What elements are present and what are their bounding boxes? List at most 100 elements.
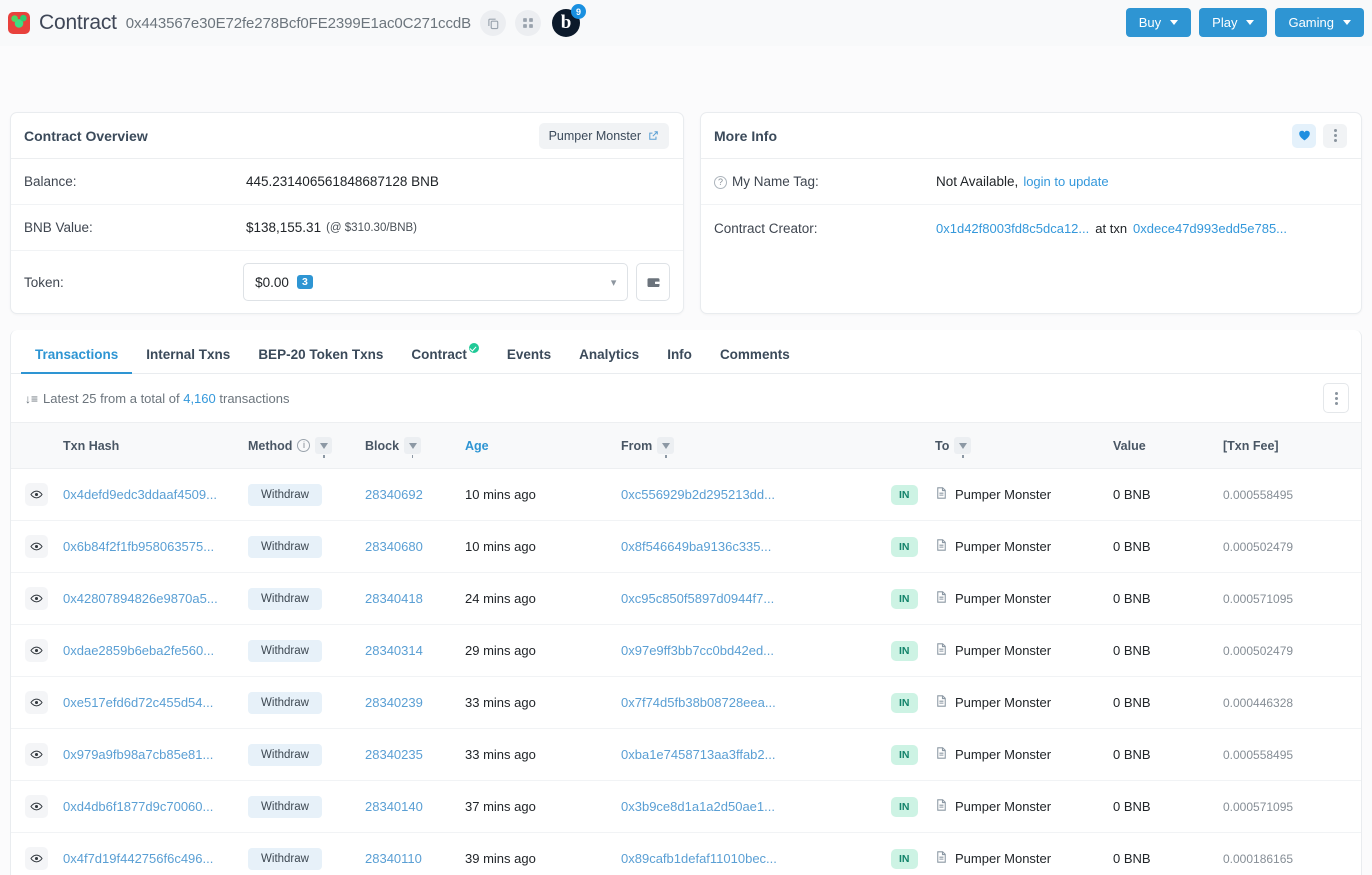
- from-address-link[interactable]: 0x97e9ff3bb7cc0bd42ed...: [621, 643, 774, 658]
- txn-hash-link[interactable]: 0x6b84f2f1fb958063575...: [63, 539, 214, 554]
- tab-label: Events: [506, 347, 552, 362]
- more-info-body: ? My Name Tag: Not Available, login to up…: [701, 159, 1361, 251]
- contract-document-icon: [935, 486, 948, 503]
- qr-code-icon[interactable]: [515, 10, 542, 36]
- site-logo-icon: [8, 12, 30, 34]
- block-cell: 28340110: [365, 832, 465, 875]
- info-icon[interactable]: i: [297, 439, 311, 452]
- from-address-link[interactable]: 0x8f546649ba9136c335...: [621, 539, 771, 554]
- pumper-monster-tag[interactable]: Pumper Monster: [538, 122, 669, 149]
- block-link[interactable]: 28340235: [365, 747, 423, 762]
- direction-cell: IN: [891, 468, 935, 521]
- eye-icon[interactable]: [25, 639, 48, 662]
- chevron-down-icon: [1343, 20, 1351, 25]
- from-address-link[interactable]: 0x7f74d5fb38b08728eea...: [621, 695, 776, 710]
- tab-analytics[interactable]: Analytics: [565, 347, 653, 373]
- name-tag-value: Not Available,: [936, 174, 1019, 189]
- age-cell: 10 mins ago: [465, 520, 621, 573]
- eye-icon[interactable]: [25, 535, 48, 558]
- creation-txn-link[interactable]: 0xdece47d993edd5e785...: [1133, 221, 1287, 236]
- tab-internal-txns[interactable]: Internal Txns: [132, 347, 244, 373]
- txn-hash-cell: 0xd4db6f1877d9c70060...: [63, 780, 248, 833]
- txn-hash-link[interactable]: 0xe517efd6d72c455d54...: [63, 695, 213, 710]
- creator-address-link[interactable]: 0x1d42f8003fd8c5dca12...: [936, 221, 1089, 236]
- favorite-heart-icon[interactable]: [1292, 123, 1316, 148]
- eye-icon[interactable]: [25, 847, 48, 870]
- from-address-link[interactable]: 0xc556929b2d295213dd...: [621, 487, 775, 502]
- txn-hash-link[interactable]: 0x4defd9edc3ddaaf4509...: [63, 487, 217, 502]
- col-to-label: To: [935, 438, 950, 453]
- block-filter-icon[interactable]: [404, 437, 422, 458]
- col-age[interactable]: Age: [465, 422, 621, 469]
- wallet-icon: [647, 277, 660, 287]
- tab-info[interactable]: Info: [653, 347, 706, 373]
- value-cell: 0 BNB: [1113, 728, 1223, 781]
- from-filter-icon[interactable]: [657, 437, 675, 458]
- bnb-token-count: 9: [571, 4, 587, 19]
- sort-icon[interactable]: ↓≡: [25, 392, 38, 406]
- preview-cell: [11, 832, 63, 875]
- buy-button[interactable]: Buy: [1125, 8, 1192, 37]
- eye-icon[interactable]: [25, 743, 48, 766]
- method-badge: Withdraw: [248, 535, 322, 558]
- tab-label: Comments: [719, 347, 790, 362]
- bnb-token-badge[interactable]: b 9: [552, 4, 587, 37]
- block-link[interactable]: 28340140: [365, 799, 423, 814]
- eye-icon[interactable]: [25, 483, 48, 506]
- help-icon[interactable]: ?: [714, 176, 727, 189]
- direction-badge: IN: [891, 692, 918, 713]
- table-row: 0x6b84f2f1fb958063575... Withdraw 28340680…: [11, 520, 1361, 573]
- txn-hash-link[interactable]: 0xdae2859b6eba2fe560...: [63, 643, 214, 658]
- tab-label: Internal Txns: [146, 347, 231, 362]
- txn-hash-link[interactable]: 0x979a9fb98a7cb85e81...: [63, 747, 213, 762]
- txn-hash-cell: 0xdae2859b6eba2fe560...: [63, 624, 248, 677]
- login-to-update-link[interactable]: login to update: [1023, 174, 1108, 189]
- eye-icon[interactable]: [25, 795, 48, 818]
- table-row: 0x42807894826e9870a5... Withdraw 28340418 2…: [11, 572, 1361, 625]
- eye-icon[interactable]: [25, 587, 48, 610]
- block-link[interactable]: 28340110: [365, 851, 422, 866]
- tab-label: BEP-20 Token Txns: [258, 347, 384, 362]
- txn-hash-cell: 0x4f7d19f442756f6c496...: [63, 832, 248, 875]
- txn-hash-link[interactable]: 0xd4db6f1877d9c70060...: [63, 799, 213, 814]
- txn-hash-cell: 0xe517efd6d72c455d54...: [63, 676, 248, 729]
- txn-hash-link[interactable]: 0x4f7d19f442756f6c496...: [63, 851, 213, 866]
- block-link[interactable]: 28340314: [365, 643, 423, 658]
- copy-icon[interactable]: [480, 10, 507, 36]
- tab-transactions[interactable]: Transactions: [21, 347, 133, 374]
- bnb-rate: (@ $310.30/BNB): [326, 221, 418, 234]
- method-filter-icon[interactable]: [315, 437, 333, 458]
- from-address-link[interactable]: 0xc95c850f5897d0944f7...: [621, 591, 774, 606]
- wallet-button[interactable]: [636, 263, 671, 301]
- from-address-link[interactable]: 0x3b9ce8d1a1a2d50ae1...: [621, 799, 775, 814]
- token-select[interactable]: $0.00 3 ▾: [243, 263, 629, 301]
- tab-comments[interactable]: Comments: [706, 347, 804, 373]
- transactions-panel: Transactions Internal Txns BEP-20 Token Tx…: [10, 330, 1362, 875]
- block-link[interactable]: 28340680: [365, 539, 423, 554]
- method-cell: Withdraw: [248, 624, 365, 677]
- to-cell: Pumper Monster: [935, 572, 1113, 625]
- tab-contract[interactable]: Contract: [397, 343, 493, 373]
- txn-hash-link[interactable]: 0x42807894826e9870a5...: [63, 591, 218, 606]
- tab-bep-20-token-txns[interactable]: BEP-20 Token Txns: [244, 347, 397, 373]
- block-cell: 28340140: [365, 780, 465, 833]
- block-cell: 28340692: [365, 468, 465, 521]
- block-link[interactable]: 28340418: [365, 591, 423, 606]
- direction-cell: IN: [891, 728, 935, 781]
- txn-hash-cell: 0x42807894826e9870a5...: [63, 572, 248, 625]
- tab-events[interactable]: Events: [493, 347, 565, 373]
- total-transactions-link[interactable]: 4,160: [183, 391, 216, 406]
- from-address-link[interactable]: 0x89cafb1defaf11010bec...: [621, 851, 777, 866]
- to-filter-icon[interactable]: [954, 437, 972, 458]
- play-button[interactable]: Play: [1199, 8, 1268, 37]
- direction-badge: IN: [891, 744, 918, 765]
- from-address-link[interactable]: 0xba1e7458713aa3ffab2...: [621, 747, 775, 762]
- table-options-button[interactable]: [1323, 383, 1349, 413]
- from-cell: 0xba1e7458713aa3ffab2...: [621, 728, 891, 781]
- method-cell: Withdraw: [248, 572, 365, 625]
- block-link[interactable]: 28340692: [365, 487, 423, 502]
- eye-icon[interactable]: [25, 691, 48, 714]
- more-info-menu-icon[interactable]: [1323, 123, 1347, 148]
- block-link[interactable]: 28340239: [365, 695, 423, 710]
- gaming-button[interactable]: Gaming: [1275, 8, 1364, 37]
